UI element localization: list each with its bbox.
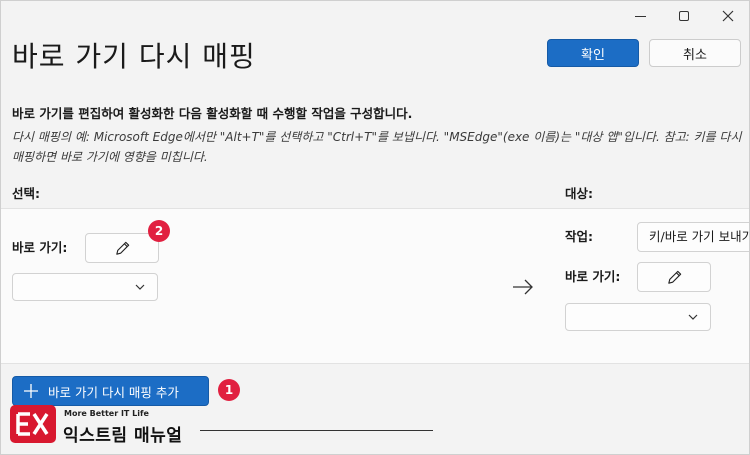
minimize-icon bbox=[634, 15, 646, 17]
select-column-label: 선택: bbox=[12, 186, 40, 201]
arrow-right-icon bbox=[513, 279, 533, 295]
watermark-divider bbox=[200, 430, 433, 431]
close-icon bbox=[722, 10, 734, 22]
minimize-button[interactable] bbox=[629, 5, 651, 27]
maximize-button[interactable] bbox=[673, 5, 695, 27]
action-label: 작업: bbox=[565, 229, 593, 244]
description-example: 다시 매핑의 예: Microsoft Edge에서만 "Alt+T"를 선택하… bbox=[12, 130, 742, 164]
step-badge-2: 2 bbox=[148, 220, 170, 242]
confirm-button[interactable]: 확인 bbox=[547, 39, 639, 67]
close-button[interactable] bbox=[717, 5, 739, 27]
edit-shortcut-button[interactable] bbox=[85, 233, 159, 263]
shortcut-label: 바로 가기: bbox=[12, 240, 68, 255]
logo-mark-icon bbox=[16, 412, 49, 436]
watermark-tagline: More Better IT Life bbox=[64, 409, 149, 418]
page-title: 바로 가기 다시 매핑 bbox=[12, 40, 256, 73]
pencil-icon bbox=[115, 241, 129, 255]
step-badge-1: 1 bbox=[218, 379, 240, 401]
maximize-icon bbox=[679, 11, 689, 21]
edit-target-shortcut-button[interactable] bbox=[637, 262, 711, 292]
chevron-down-icon bbox=[688, 314, 698, 320]
action-dropdown[interactable]: 키/바로 가기 보내기 bbox=[637, 222, 749, 252]
description-heading: 바로 가기를 편집하여 활성화한 다음 활성화할 때 수행할 작업을 구성합니다… bbox=[12, 106, 413, 121]
target-column-label: 대상: bbox=[565, 186, 593, 201]
watermark-logo bbox=[10, 405, 56, 443]
add-remap-button[interactable]: 바로 가기 다시 매핑 추가 bbox=[12, 376, 209, 406]
target-shortcut-label: 바로 가기: bbox=[565, 269, 621, 284]
remap-shortcuts-window: 바로 가기 다시 매핑 확인 취소 바로 가기를 편집하여 활성화한 다음 활성… bbox=[0, 0, 750, 455]
source-shortcut-dropdown[interactable] bbox=[12, 273, 158, 301]
add-remap-label: 바로 가기 다시 매핑 추가 bbox=[48, 384, 179, 400]
watermark-name: 익스트림 매뉴얼 bbox=[63, 426, 183, 446]
target-app-dropdown[interactable] bbox=[565, 303, 711, 331]
chevron-down-icon bbox=[135, 284, 145, 290]
pencil-icon bbox=[667, 270, 681, 284]
plus-icon bbox=[24, 384, 38, 398]
cancel-button[interactable]: 취소 bbox=[649, 39, 741, 67]
